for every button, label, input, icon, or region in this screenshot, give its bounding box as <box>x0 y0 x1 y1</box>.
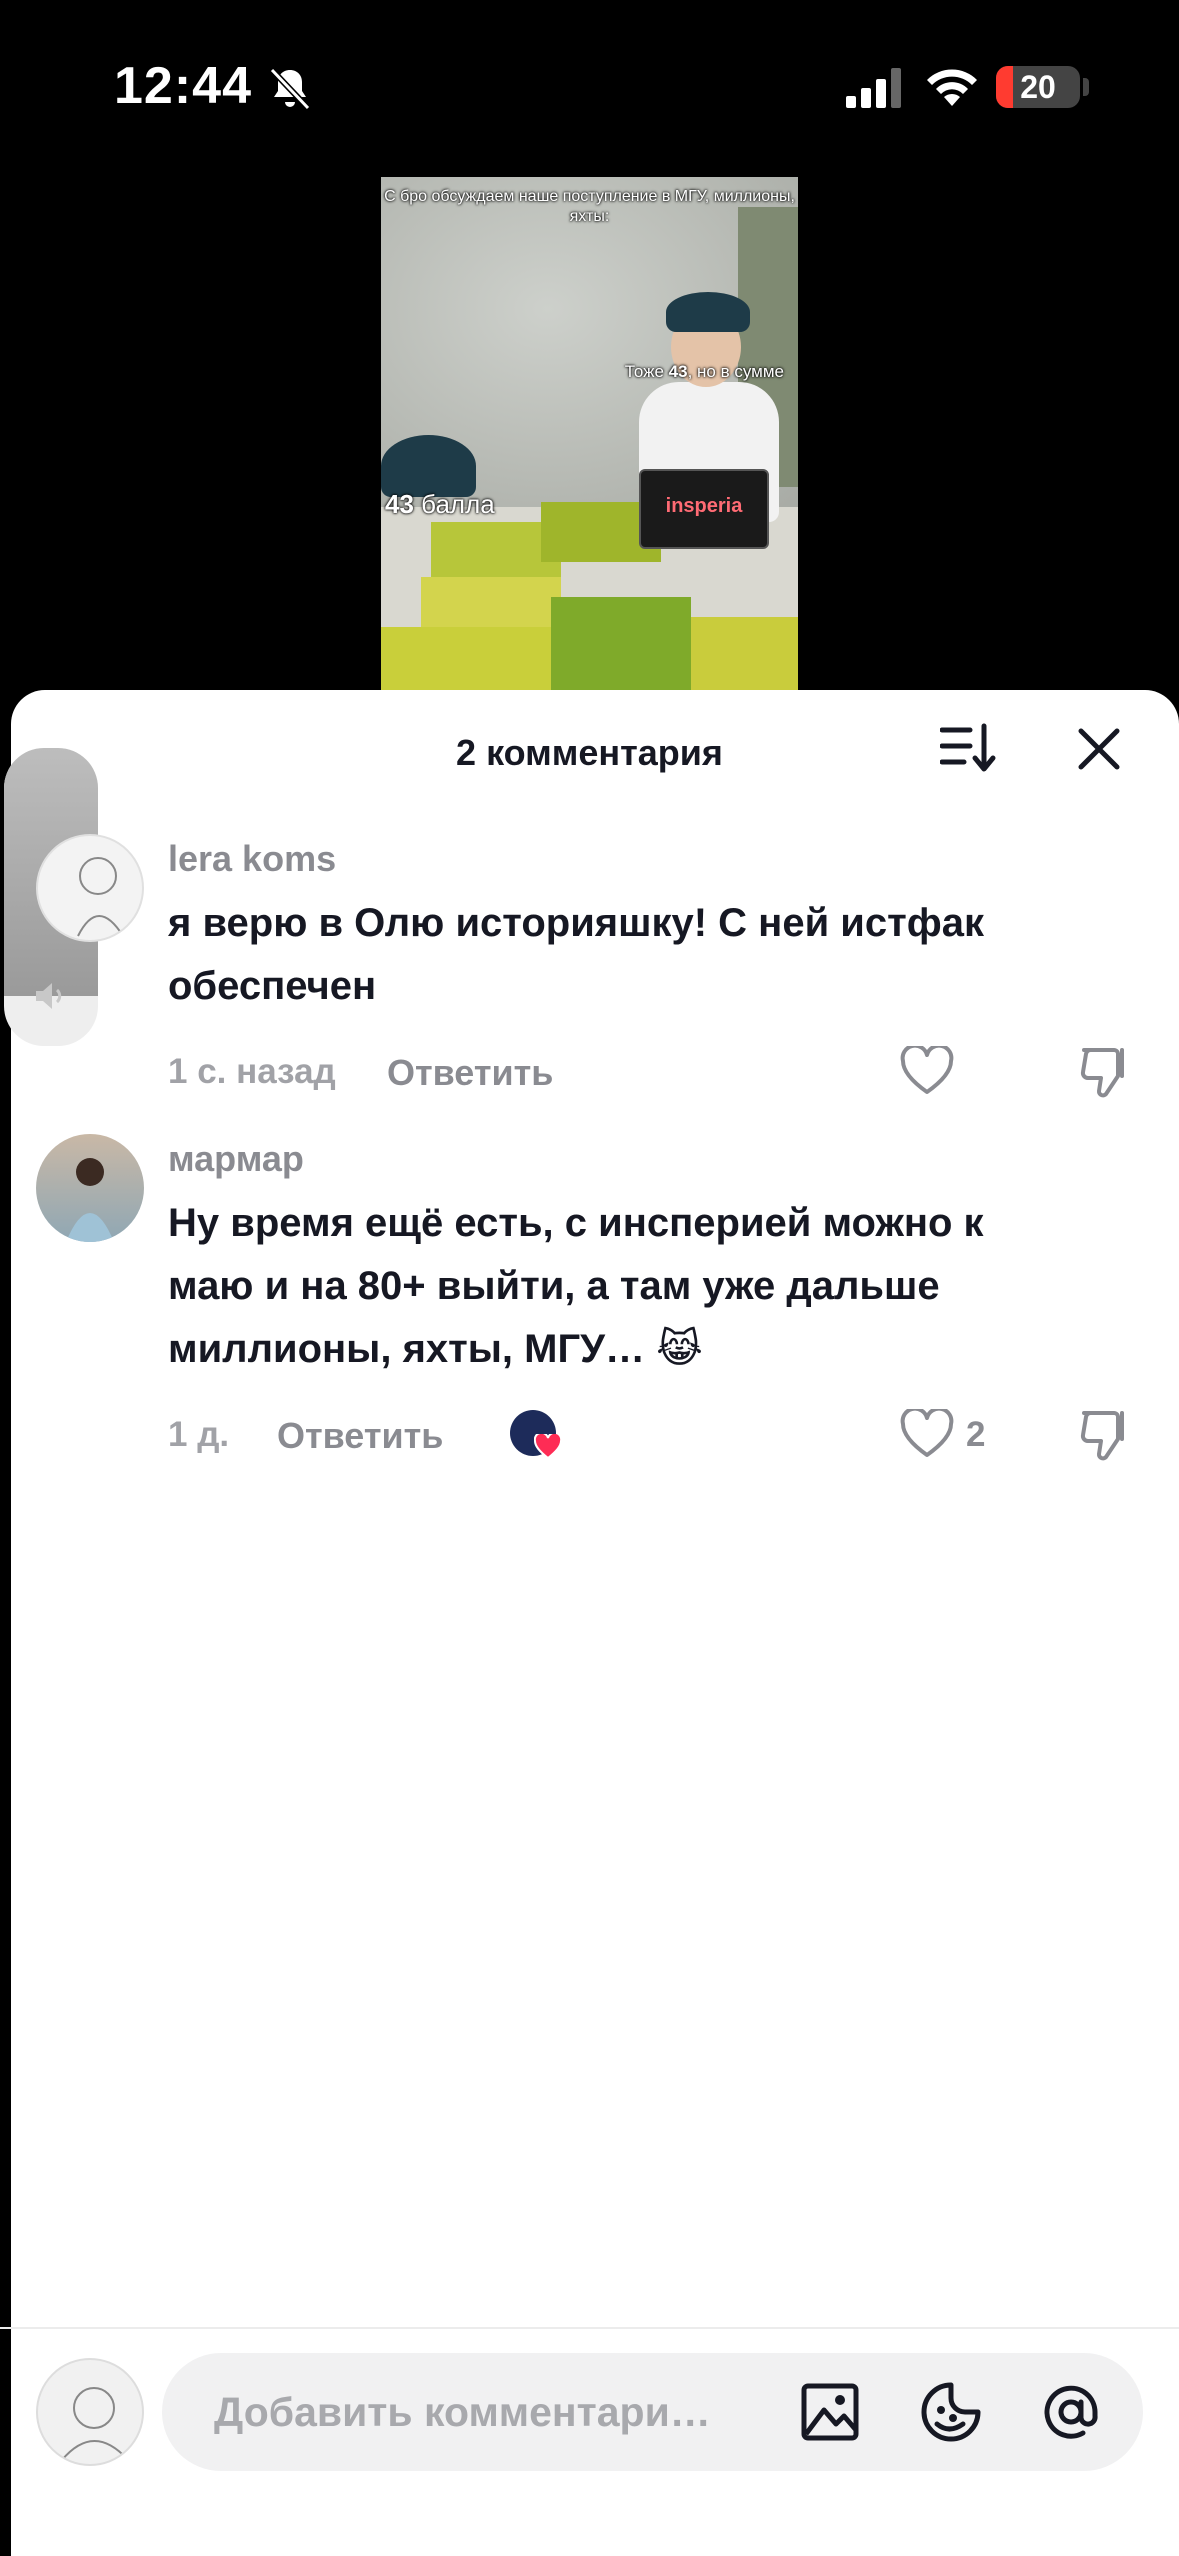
heart-icon[interactable] <box>900 1409 954 1459</box>
reply-button[interactable]: Ответить <box>277 1415 443 1457</box>
comment-text-line: Ну время ещё есть, с инсперией можно к <box>168 1201 984 1245</box>
comment-text-line: я верю в Олю историяшку! С ней истфак <box>168 901 984 945</box>
status-time: 12:44 <box>114 57 252 115</box>
hat-left <box>381 435 476 497</box>
caption-right-num: 43 <box>668 362 688 381</box>
creator-liked-badge <box>510 1410 562 1462</box>
heart-icon <box>534 1434 562 1460</box>
caption-right-prefix: Тоже <box>624 362 669 381</box>
laptop: insperia <box>639 469 769 549</box>
comment-text: я верю в Олю историяшку! С ней истфак об… <box>168 892 1148 1018</box>
comment-text-line: маю и на 80+ выйти, а там уже дальше <box>168 1264 940 1308</box>
video-caption-left: 43 балла <box>385 489 495 520</box>
comment-username[interactable]: мармар <box>168 1138 304 1180</box>
floor-tile <box>551 597 691 690</box>
video-caption-top: С бро обсуждаем наше поступление в МГУ, … <box>384 188 795 225</box>
sort-icon[interactable] <box>940 722 996 774</box>
mention-icon[interactable] <box>1039 2380 1103 2444</box>
volume-icon[interactable] <box>32 978 68 1014</box>
hat <box>666 292 750 332</box>
dislike-icon[interactable] <box>1080 1407 1132 1461</box>
sticker-icon[interactable] <box>919 2380 983 2444</box>
comments-title: 2 комментария <box>456 732 723 773</box>
avatar-sketch <box>77 857 124 937</box>
comment-text-line: миллионы, яхты, МГУ… 😹 <box>168 1327 703 1371</box>
avatar[interactable] <box>36 834 144 942</box>
heart-icon[interactable] <box>900 1046 954 1096</box>
battery-icon: 20 <box>996 66 1080 108</box>
reply-button[interactable]: Ответить <box>387 1052 553 1094</box>
comment-input[interactable]: Добавить комментари… <box>162 2353 1143 2471</box>
laptop-brand: insperia <box>665 495 743 517</box>
caption-right-suffix: , но в сумме <box>687 362 784 381</box>
avatar[interactable] <box>36 1134 144 1242</box>
battery-tip <box>1083 78 1089 96</box>
bell-slash-icon <box>269 67 311 111</box>
video-caption-right: Тоже 43, но в сумме <box>625 362 784 382</box>
comment-username[interactable]: lera koms <box>168 838 336 880</box>
comment-input-placeholder: Добавить комментари… <box>214 2389 711 2435</box>
comment-text: Ну время ещё есть, с инсперией можно к м… <box>168 1192 1148 1381</box>
comment-time: 1 с. назад <box>168 1052 336 1091</box>
image-icon[interactable] <box>798 2380 862 2444</box>
caption-left-num: 43 <box>385 489 414 519</box>
avatar-photo <box>66 1158 114 1242</box>
caption-left-suffix: балла <box>413 489 495 519</box>
video-preview[interactable]: insperia С бро обсуждаем наше поступлени… <box>381 177 798 690</box>
my-avatar <box>36 2358 144 2466</box>
floor-tile <box>691 617 798 690</box>
close-icon[interactable] <box>1076 726 1122 772</box>
avatar-sketch <box>61 2387 129 2461</box>
status-bar: 12:44 20 <box>0 0 1179 170</box>
battery-level: 20 <box>1020 69 1056 105</box>
composer-divider <box>0 2327 1179 2329</box>
comment-time: 1 д. <box>168 1415 230 1454</box>
like-count: 2 <box>966 1415 986 1454</box>
dislike-icon[interactable] <box>1080 1044 1132 1098</box>
signal-icon <box>846 68 901 108</box>
comment-text-line: обеспечен <box>168 964 377 1008</box>
wifi-icon <box>927 69 977 106</box>
floor-tile <box>381 627 551 690</box>
